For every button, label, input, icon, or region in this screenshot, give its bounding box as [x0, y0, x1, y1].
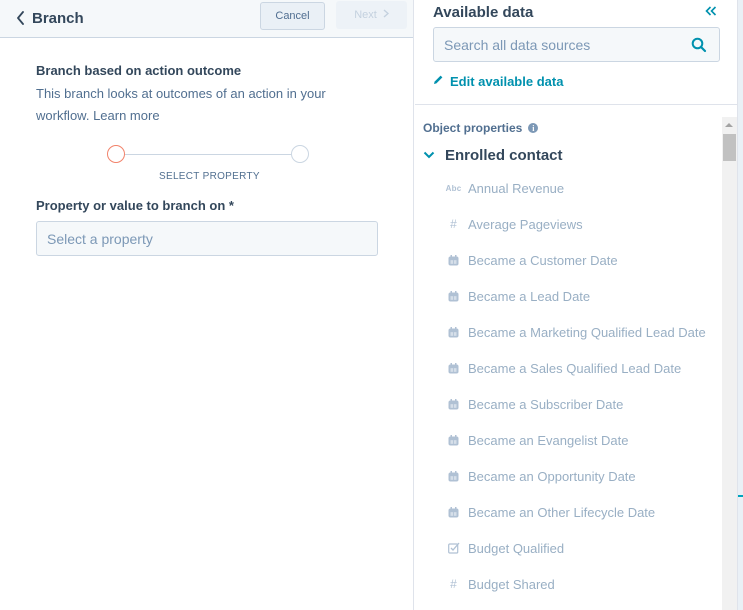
double-chevron-left-icon: [705, 3, 717, 21]
property-item[interactable]: Became a Marketing Qualified Lead Date: [445, 314, 720, 350]
property-list-scrollbar[interactable]: [722, 117, 737, 610]
property-item[interactable]: Became an Evangelist Date: [445, 422, 720, 458]
property-item[interactable]: Became a Subscriber Date: [445, 386, 720, 422]
property-item[interactable]: Became a Customer Date: [445, 242, 720, 278]
calendar-icon: [445, 254, 462, 266]
property-label: Annual Revenue: [468, 180, 565, 196]
property-item[interactable]: Became an Opportunity Date: [445, 458, 720, 494]
object-properties-header: Object properties i: [423, 121, 539, 135]
step-label: SELECT PROPERTY: [159, 171, 260, 182]
property-select[interactable]: Select a property: [36, 221, 378, 256]
search-input[interactable]: [434, 36, 674, 53]
calendar-icon: [445, 362, 462, 374]
available-data-panel: Available data Edit available data Objec…: [415, 0, 737, 610]
step-connector: [125, 153, 291, 155]
text-type-icon: Abc: [445, 183, 462, 193]
calendar-icon: [445, 326, 462, 338]
canvas-edge-accent: [738, 495, 743, 497]
collapse-panel-button[interactable]: [703, 2, 719, 22]
divider: [415, 104, 737, 105]
step-2-indicator: [291, 145, 309, 163]
property-label: Average Pageviews: [468, 216, 583, 232]
section-description: This branch looks at outcomes of an acti…: [36, 86, 326, 123]
property-item[interactable]: Abc Annual Revenue: [445, 170, 720, 206]
property-label: Became a Marketing Qualified Lead Date: [468, 324, 706, 340]
step-1-indicator: [107, 145, 125, 163]
property-field-label: Property or value to branch on *: [36, 198, 234, 213]
property-label: Became a Customer Date: [468, 252, 618, 268]
back-button[interactable]: Branch: [12, 8, 84, 28]
available-data-title: Available data: [433, 4, 534, 21]
section-title: Branch based on action outcome: [36, 63, 242, 78]
chevron-left-icon: [12, 8, 28, 28]
stepper: [107, 145, 309, 163]
number-type-icon: #: [450, 577, 457, 591]
search-box: [433, 27, 720, 62]
panel-title: Branch: [32, 9, 84, 27]
property-label: Budget Qualified: [468, 540, 565, 556]
property-item[interactable]: # Budget Shared: [445, 566, 720, 602]
calendar-icon: [445, 434, 462, 446]
edit-available-data-link[interactable]: Edit available data: [433, 72, 563, 90]
group-label: Enrolled contact: [445, 146, 563, 164]
calendar-icon: [445, 290, 462, 302]
property-label: Became a Lead Date: [468, 288, 591, 304]
info-icon[interactable]: i: [528, 123, 539, 133]
branch-panel: Branch Cancel Next Branch based on actio…: [0, 0, 414, 610]
chevron-right-icon: [383, 9, 389, 21]
search-icon[interactable]: [691, 37, 707, 53]
property-label: Became a Subscriber Date: [468, 396, 624, 412]
property-item[interactable]: # Average Pageviews: [445, 206, 720, 242]
enrolled-contact-group-toggle[interactable]: Enrolled contact: [423, 146, 563, 164]
property-item[interactable]: Became a Sales Qualified Lead Date: [445, 350, 720, 386]
scroll-up-arrow-icon[interactable]: [725, 123, 733, 127]
property-item[interactable]: Became a Lead Date: [445, 278, 720, 314]
property-label: Became an Other Lifecycle Date: [468, 504, 656, 520]
calendar-icon: [445, 398, 462, 410]
scroll-thumb[interactable]: [723, 134, 736, 161]
next-label: Next: [354, 9, 377, 21]
property-label: Became an Evangelist Date: [468, 432, 629, 448]
property-label: Became a Sales Qualified Lead Date: [468, 360, 682, 376]
property-item[interactable]: Budget Qualified: [445, 530, 720, 566]
chevron-down-icon: [423, 146, 435, 164]
canvas-edge: [737, 0, 743, 610]
property-item[interactable]: Became an Other Lifecycle Date: [445, 494, 720, 530]
calendar-icon: [445, 506, 462, 518]
property-label: Became an Opportunity Date: [468, 468, 636, 484]
pencil-icon: [433, 72, 444, 90]
next-button[interactable]: Next: [336, 1, 407, 29]
calendar-icon: [445, 470, 462, 482]
property-select-placeholder: Select a property: [47, 230, 153, 247]
object-properties-label: Object properties: [423, 121, 523, 135]
property-label: Budget Shared: [468, 576, 555, 592]
property-list: Abc Annual Revenue # Average Pageviews Becam…: [445, 170, 720, 602]
panel-header: Branch Cancel Next: [0, 0, 413, 38]
checkbox-type-icon: [445, 542, 462, 554]
number-type-icon: #: [450, 217, 457, 231]
cancel-button[interactable]: Cancel: [260, 2, 325, 30]
edit-available-data-label: Edit available data: [450, 73, 564, 89]
